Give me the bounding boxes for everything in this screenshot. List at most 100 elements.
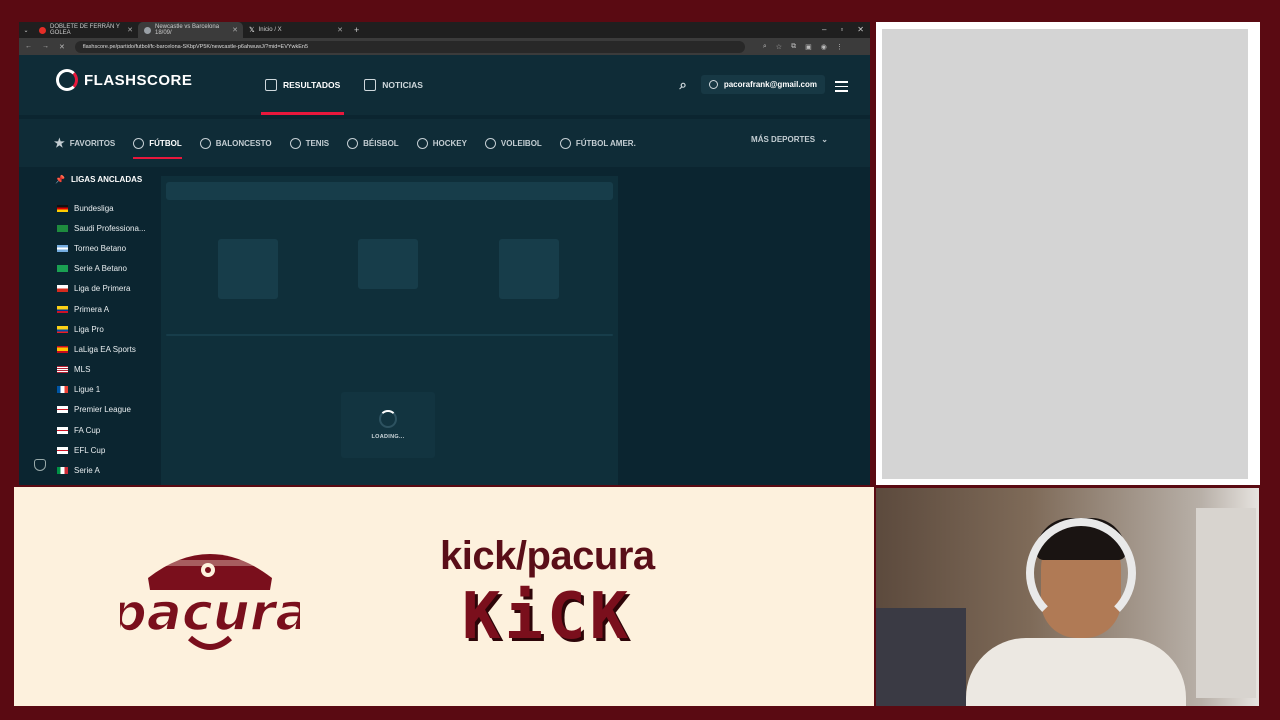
bookmark-star-icon[interactable]: ☆: [776, 43, 782, 51]
tab-flashscore[interactable]: Newcastle vs Barcelona 18/09/ ✕: [138, 22, 243, 38]
baseball-bat-icon: [347, 137, 359, 149]
ecuador-flag-icon: [57, 325, 68, 333]
sport-label: VOLEIBOL: [500, 138, 542, 148]
league-item[interactable]: Torneo Betano: [55, 238, 165, 258]
site-header: FLASHSCORE RESULTADOS NOTICIAS ⌕ pacoraf…: [19, 55, 870, 115]
sport-american-football[interactable]: FÚTBOL AMER.: [559, 119, 636, 167]
league-item[interactable]: Bundesliga: [55, 198, 165, 218]
league-item[interactable]: MLS: [55, 360, 165, 380]
loading-indicator: LOADING...: [341, 392, 435, 458]
forward-icon[interactable]: →: [42, 43, 49, 50]
league-name: MLS: [74, 365, 91, 375]
tab-search-icon[interactable]: ⌄: [19, 27, 33, 34]
nav-news-label: NOTICIAS: [382, 80, 423, 90]
league-item[interactable]: Premier League: [55, 400, 165, 420]
league-name: Premier League: [74, 405, 131, 415]
star-icon: ★: [54, 136, 65, 150]
sport-favorites[interactable]: ★ FAVORITOS: [54, 119, 115, 167]
pinned-title: LIGAS ANCLADAS: [70, 175, 143, 184]
england-flag-icon: [57, 406, 68, 414]
volleyball-icon: [484, 137, 496, 149]
sport-tennis[interactable]: TENIS: [289, 119, 330, 167]
brazil-flag-icon: [57, 265, 68, 273]
italy-flag-icon: [57, 467, 68, 475]
newspaper-icon: [364, 79, 377, 91]
pacura-logo-icon: pacura: [108, 554, 311, 650]
nav-news[interactable]: NOTICIAS: [352, 55, 435, 115]
skeleton-team-logo: [218, 239, 278, 299]
loading-text: LOADING...: [371, 434, 405, 440]
zoom-icon[interactable]: ⌕: [763, 43, 767, 51]
new-tab-button[interactable]: +: [354, 25, 359, 35]
tennis-racket-icon: [289, 137, 301, 149]
sport-hockey[interactable]: HOCKEY: [416, 119, 467, 167]
league-item[interactable]: Primera A: [55, 299, 165, 319]
flashscore-logo[interactable]: FLASHSCORE: [56, 69, 192, 91]
league-item[interactable]: Serie A Betano: [55, 259, 165, 279]
pacura-logo: pacura: [108, 538, 311, 656]
nav-results[interactable]: RESULTADOS: [253, 55, 352, 115]
league-name: Ligue 1: [74, 385, 101, 395]
minimize-icon[interactable]: –: [822, 25, 826, 34]
search-icon[interactable]: ⌕: [680, 77, 687, 93]
france-flag-icon: [57, 386, 68, 394]
close-window-icon[interactable]: ✕: [857, 25, 864, 34]
profile-icon[interactable]: ◉: [821, 43, 827, 51]
sport-volleyball[interactable]: VOLEIBOL: [484, 119, 542, 167]
skeleton-bar: [166, 182, 613, 200]
league-name: Saudi Professiona...: [74, 223, 146, 233]
league-item[interactable]: Ligue 1: [55, 380, 165, 400]
tab-x[interactable]: 𝕏 Inicio / X ✕: [243, 22, 348, 38]
league-name: LaLiga EA Sports: [74, 344, 136, 354]
sport-football[interactable]: FÚTBOL: [133, 119, 183, 167]
camera-bed: [876, 608, 966, 706]
pin-icon: 📌: [55, 175, 65, 184]
user-icon: [708, 80, 718, 89]
stop-icon[interactable]: ✕: [59, 43, 65, 51]
sport-baseball[interactable]: BÉISBOL: [347, 119, 399, 167]
close-tab-icon[interactable]: ✕: [127, 26, 133, 34]
url-input[interactable]: flashscore.pe/partido/futbol/fc-barcelon…: [74, 40, 745, 53]
close-tab-icon[interactable]: ✕: [232, 26, 238, 34]
extensions-icon[interactable]: ⧉: [791, 43, 796, 51]
camera-shelf: [1196, 508, 1256, 698]
tab-youtube[interactable]: DOBLETE DE FERRÁN Y GOLEA ✕: [33, 22, 138, 38]
pinned-leagues-header: 📌 LIGAS ANCLADAS: [55, 175, 165, 184]
toolbar-icons: ⌕ ☆ ⧉ ▣ ◉ ⋮: [763, 43, 843, 51]
skeleton-line: [166, 334, 613, 336]
germany-flag-icon: [57, 204, 68, 212]
spain-flag-icon: [57, 345, 68, 353]
league-item[interactable]: Liga de Primera: [55, 279, 165, 299]
league-item[interactable]: Liga Pro: [55, 319, 165, 339]
more-sports-dropdown[interactable]: MÁS DEPORTES ⌄: [751, 135, 828, 144]
league-item[interactable]: Serie A: [55, 460, 165, 480]
close-tab-icon[interactable]: ✕: [337, 26, 343, 34]
saudi-arabia-flag-icon: [57, 224, 68, 232]
youtube-favicon-icon: [39, 26, 46, 34]
menu-dots-icon[interactable]: ⋮: [836, 43, 843, 51]
sport-label: BÉISBOL: [363, 138, 399, 148]
league-item[interactable]: FA Cup: [55, 420, 165, 440]
maximize-icon[interactable]: ▫: [840, 25, 843, 34]
url-text: flashscore.pe/partido/futbol/fc-barcelon…: [82, 43, 309, 50]
webcam-feed: [876, 488, 1259, 706]
sport-basketball[interactable]: BALONCESTO: [199, 119, 272, 167]
league-item[interactable]: EFL Cup: [55, 440, 165, 460]
league-name: FA Cup: [74, 425, 101, 435]
match-content: LOADING...: [161, 176, 618, 485]
tab-strip: ⌄ DOBLETE DE FERRÁN Y GOLEA ✕ Newcastle …: [19, 22, 870, 38]
england-flag-icon: [57, 426, 68, 434]
sport-label: TENIS: [305, 138, 330, 148]
headphones-icon: [1026, 518, 1136, 628]
user-account-button[interactable]: pacorafrank@gmail.com: [700, 75, 825, 94]
hamburger-menu-icon[interactable]: [835, 81, 848, 95]
tab-label: DOBLETE DE FERRÁN Y GOLEA: [50, 24, 120, 36]
extension-icon[interactable]: ▣: [805, 43, 812, 51]
league-name: EFL Cup: [74, 445, 106, 455]
chevron-down-icon: ⌄: [821, 135, 828, 144]
league-item[interactable]: LaLiga EA Sports: [55, 339, 165, 359]
shield-icon[interactable]: [34, 459, 46, 471]
league-item[interactable]: Saudi Professiona...: [55, 218, 165, 238]
nav-results-label: RESULTADOS: [283, 80, 341, 90]
back-icon[interactable]: ←: [25, 43, 32, 50]
